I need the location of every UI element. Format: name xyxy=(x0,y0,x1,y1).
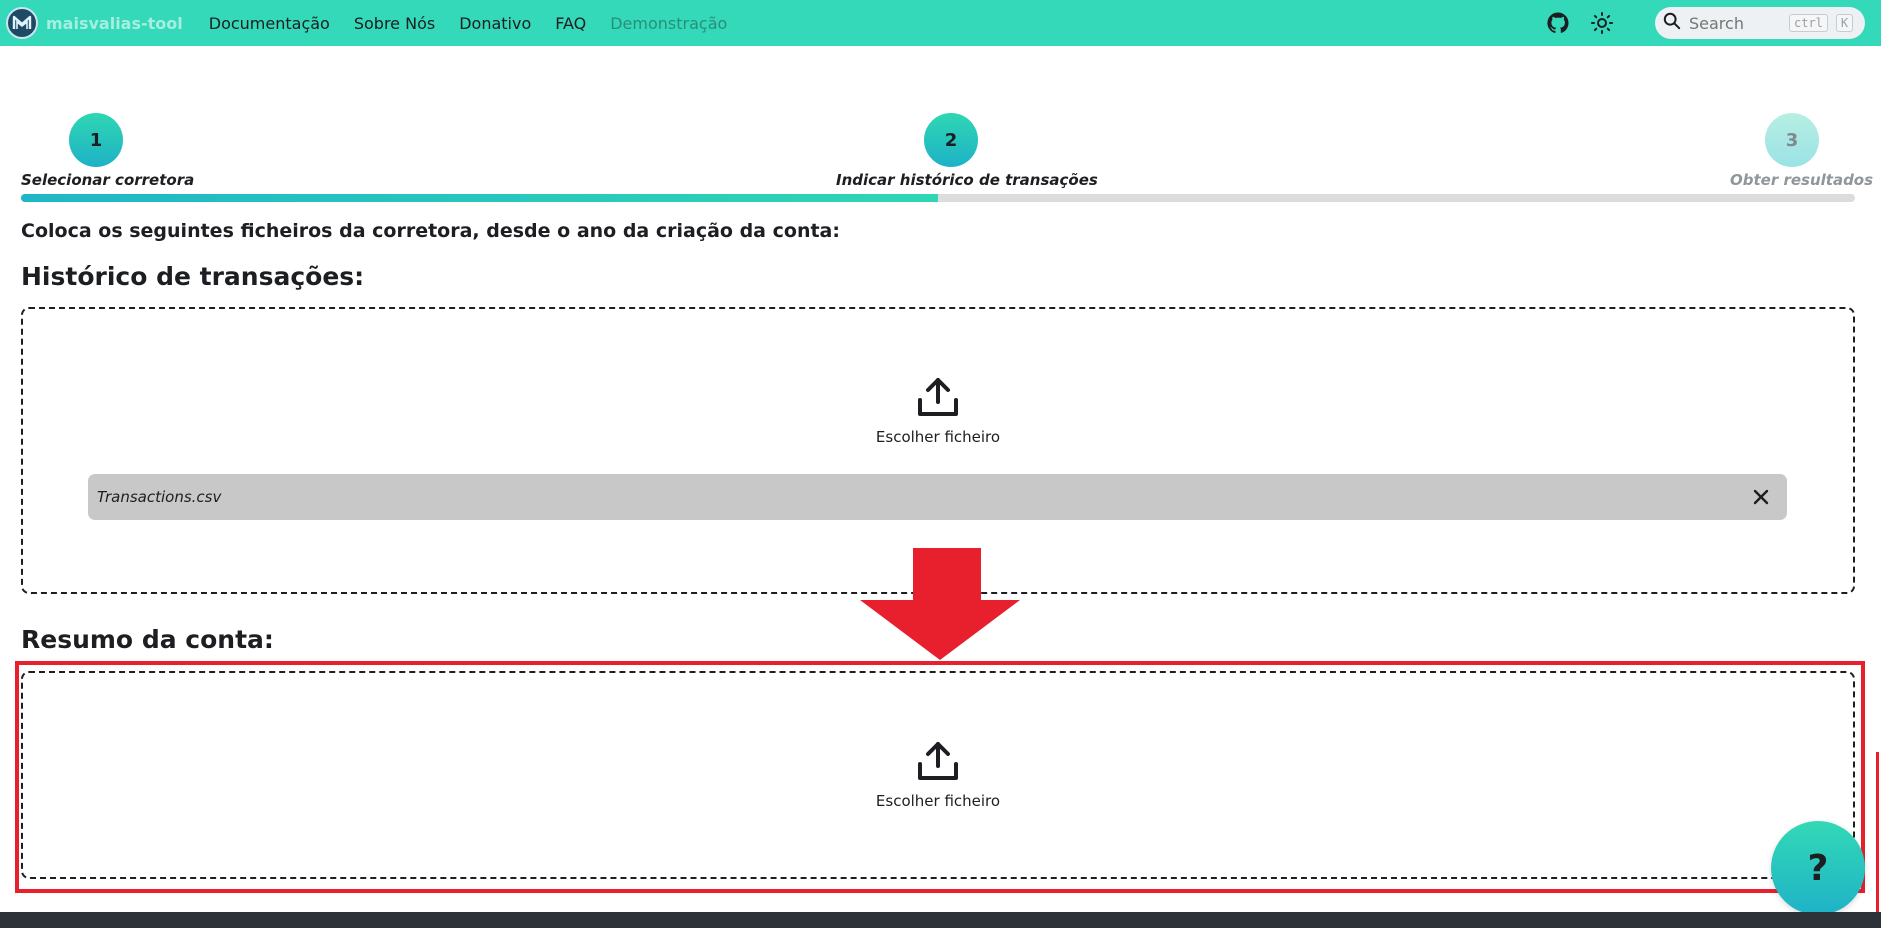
github-icon[interactable] xyxy=(1545,10,1571,36)
footer xyxy=(0,912,1881,928)
transactions-upload-label[interactable]: Escolher ficheiro xyxy=(876,428,1000,446)
logo-icon xyxy=(6,7,38,39)
search-box[interactable]: ctrl K xyxy=(1655,7,1865,39)
nav-link-sobre-nos[interactable]: Sobre Nós xyxy=(354,14,435,33)
step-1-circle[interactable]: 1 xyxy=(69,113,123,167)
nav-link-donativo[interactable]: Donativo xyxy=(459,14,531,33)
navbar: maisvalias-tool Documentação Sobre Nós D… xyxy=(0,0,1881,46)
kbd-k: K xyxy=(1835,14,1854,32)
progress-bar xyxy=(21,194,1855,202)
theme-toggle-sun-icon[interactable] xyxy=(1589,10,1615,36)
uploaded-file-name: Transactions.csv xyxy=(97,488,222,506)
step-2-label: Indicar histórico de transações xyxy=(836,171,1098,189)
step-3[interactable]: 3 xyxy=(1765,113,1819,167)
navbar-right: ctrl K xyxy=(1545,0,1865,46)
progress-bar-fill xyxy=(21,194,938,202)
annotation-line xyxy=(1876,752,1879,912)
nav-link-faq[interactable]: FAQ xyxy=(555,14,586,33)
brand-name[interactable]: maisvalias-tool xyxy=(46,14,183,33)
nav-link-documentacao[interactable]: Documentação xyxy=(209,14,330,33)
step-3-label: Obter resultados xyxy=(1730,171,1874,189)
step-2-circle[interactable]: 2 xyxy=(924,113,978,167)
upload-icon xyxy=(916,376,960,422)
step-1[interactable]: 1 xyxy=(69,113,123,167)
step-3-circle[interactable]: 3 xyxy=(1765,113,1819,167)
step-2[interactable]: 2 xyxy=(924,113,978,167)
remove-file-close-icon[interactable] xyxy=(1749,485,1773,509)
nav-link-demonstracao[interactable]: Demonstração xyxy=(610,14,727,33)
kbd-ctrl: ctrl xyxy=(1789,14,1828,32)
page: maisvalias-tool Documentação Sobre Nós D… xyxy=(0,0,1881,928)
red-arrow-down-icon xyxy=(860,548,1020,660)
search-input[interactable] xyxy=(1689,13,1781,33)
instructions-text: Coloca os seguintes ficheiros da correto… xyxy=(21,220,840,242)
transactions-section-title: Histórico de transações: xyxy=(21,262,365,291)
step-1-label: Selecionar corretora xyxy=(21,171,195,189)
search-icon xyxy=(1663,12,1681,34)
transactions-upload-button[interactable]: Escolher ficheiro xyxy=(838,376,1038,446)
annotation-highlight-box xyxy=(15,661,1865,893)
brand[interactable]: maisvalias-tool xyxy=(6,7,183,39)
uploaded-file-chip: Transactions.csv xyxy=(88,474,1787,520)
help-button[interactable]: ? xyxy=(1771,821,1865,915)
account-summary-section-title: Resumo da conta: xyxy=(21,625,274,654)
